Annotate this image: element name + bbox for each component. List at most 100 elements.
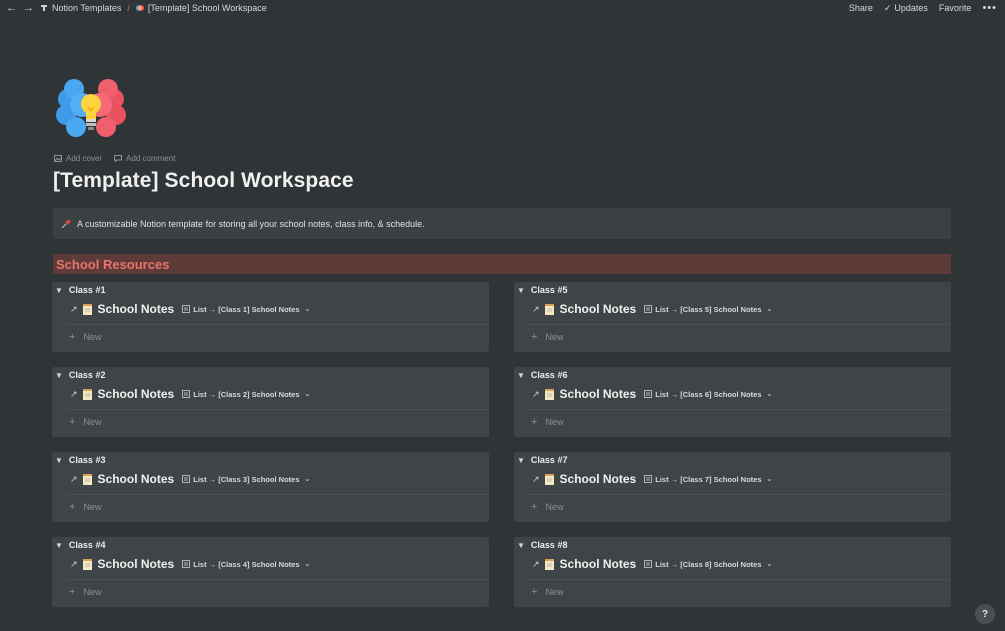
updates-button[interactable]: ✓ Updates [884,3,928,14]
callout: A customizable Notion template for stori… [53,208,951,239]
toggle-header[interactable]: ▼ Class #1 [55,285,105,295]
database-title[interactable]: School Notes [560,472,637,486]
plus-icon: + [69,331,76,343]
new-item-button[interactable]: + New [531,586,563,598]
linked-database-row: ↗ School Notes List → [Class 1] School N… [70,302,310,316]
database-title[interactable]: School Notes [98,557,175,571]
section-title: School Resources [56,256,170,272]
plus-icon: + [69,416,76,428]
view-selector[interactable]: List → [Class 8] School Notes ⌄ [644,560,772,569]
link-arrow-icon: ↗ [532,303,540,314]
back-arrow-icon[interactable]: ← [6,2,17,14]
toggle-label: Class #7 [530,455,568,465]
new-label: New [545,332,564,342]
view-selector[interactable]: List → [Class 7] School Notes ⌄ [644,475,772,484]
forward-arrow-icon[interactable]: → [23,2,34,14]
toggle-label: Class #1 [68,285,106,295]
divider [528,409,951,410]
new-label: New [545,502,564,512]
view-selector[interactable]: List → [Class 1] School Notes ⌄ [182,305,310,314]
toggle-header[interactable]: ▼ Class #8 [517,540,567,550]
add-comment-label: Add comment [126,154,176,163]
triangle-down-icon[interactable]: ▼ [517,456,525,465]
chevron-down-icon: ⌄ [304,391,311,398]
new-item-button[interactable]: + New [69,501,101,513]
triangle-down-icon[interactable]: ▼ [55,541,63,550]
new-item-button[interactable]: + New [531,416,563,428]
database-title[interactable]: School Notes [98,472,175,486]
chevron-down-icon: ⌄ [766,306,773,313]
notepad-icon [544,559,554,570]
brain-lightbulb-icon[interactable] [56,77,126,141]
view-label: List → [Class 4] School Notes [193,559,300,569]
triangle-down-icon[interactable]: ▼ [55,286,63,295]
toggle-header[interactable]: ▼ Class #7 [517,455,567,465]
chevron-down-icon: ⌄ [766,391,773,398]
triangle-down-icon[interactable]: ▼ [517,541,525,550]
plus-icon: + [69,501,76,513]
toggle-header[interactable]: ▼ Class #5 [517,285,567,295]
list-view-icon [644,475,653,483]
new-label: New [83,502,102,512]
view-selector[interactable]: List → [Class 2] School Notes ⌄ [182,390,310,399]
left-column: ▼ Class #1 ↗ School Notes List → [Class … [52,282,489,622]
database-title[interactable]: School Notes [98,302,175,316]
new-label: New [545,417,564,427]
link-arrow-icon: ↗ [70,388,78,399]
triangle-down-icon[interactable]: ▼ [517,371,525,380]
new-item-button[interactable]: + New [69,416,101,428]
notepad-icon [82,304,92,315]
view-selector[interactable]: List → [Class 3] School Notes ⌄ [182,475,310,484]
divider [66,324,489,325]
divider [528,579,951,580]
toggle-header[interactable]: ▼ Class #3 [55,455,105,465]
new-item-button[interactable]: + New [531,331,563,343]
breadcrumb-item-school-workspace[interactable]: [Template] School Workspace [135,3,267,13]
toggle-class-5: ▼ Class #5 ↗ School Notes List → [Class … [514,282,951,352]
view-selector[interactable]: List → [Class 4] School Notes ⌄ [182,560,310,569]
view-selector[interactable]: List → [Class 5] School Notes ⌄ [644,305,772,314]
view-selector[interactable]: List → [Class 6] School Notes ⌄ [644,390,772,399]
toggle-header[interactable]: ▼ Class #4 [55,540,105,550]
breadcrumb-label: Notion Templates [52,3,122,13]
toggle-label: Class #8 [530,540,568,550]
linked-database-row: ↗ School Notes List → [Class 6] School N… [532,387,772,401]
notepad-icon [82,389,92,400]
divider [66,409,489,410]
page-title[interactable]: [Template] School Workspace [53,169,354,193]
divider [528,494,951,495]
new-item-button[interactable]: + New [69,586,101,598]
page-actions: Add cover Add comment [54,154,175,163]
add-comment-button[interactable]: Add comment [114,154,175,163]
topbar-right: Share ✓ Updates Favorite ••• [849,2,1005,14]
list-view-icon [182,390,191,398]
list-view-icon [644,560,653,568]
database-title[interactable]: School Notes [98,387,175,401]
toggle-header[interactable]: ▼ Class #2 [55,370,105,380]
new-item-button[interactable]: + New [531,501,563,513]
database-title[interactable]: School Notes [560,387,637,401]
help-button[interactable]: ? [975,604,995,624]
triangle-down-icon[interactable]: ▼ [517,286,525,295]
breadcrumb-item-notion-templates[interactable]: Notion Templates [40,3,121,13]
toggle-header[interactable]: ▼ Class #6 [517,370,567,380]
triangle-down-icon[interactable]: ▼ [55,456,63,465]
database-title[interactable]: School Notes [560,302,637,316]
topbar: ← → Notion Templates / [Template] School… [0,0,1005,16]
divider [66,494,489,495]
notepad-icon [544,389,554,400]
add-cover-button[interactable]: Add cover [54,154,102,163]
more-options-icon[interactable]: ••• [982,2,997,14]
list-view-icon [644,305,653,313]
section-header-school-resources: School Resources [53,254,951,274]
chevron-down-icon: ⌄ [304,561,311,568]
favorite-button[interactable]: Favorite [939,3,972,13]
share-button[interactable]: Share [849,3,873,13]
new-item-button[interactable]: + New [69,331,101,343]
triangle-down-icon[interactable]: ▼ [55,371,63,380]
breadcrumb-separator: / [127,3,130,13]
plus-icon: + [69,586,76,598]
link-arrow-icon: ↗ [70,558,78,569]
database-title[interactable]: School Notes [560,557,637,571]
chevron-down-icon: ⌄ [304,476,311,483]
